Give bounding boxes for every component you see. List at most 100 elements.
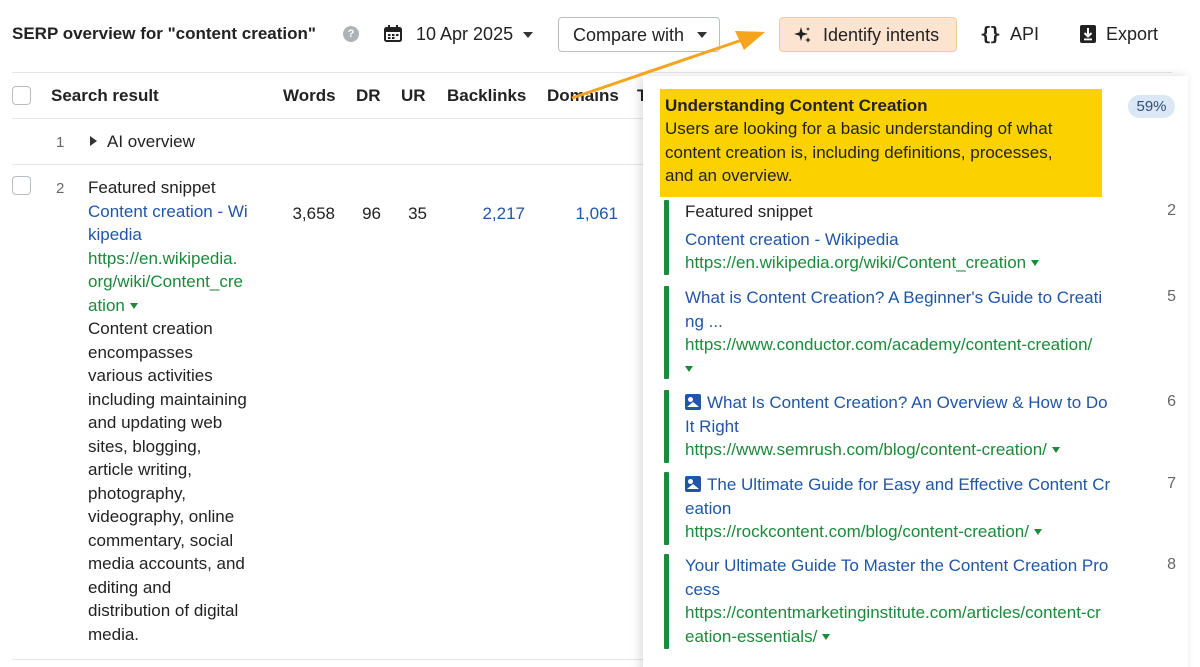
divider: [12, 659, 652, 660]
url-line: https://www.conductor.com/academy/conten…: [685, 335, 1093, 354]
page-title: SERP overview for "content creation": [12, 24, 316, 43]
url-line: https://en.wikipedia.org/wiki/Content_cr…: [685, 253, 1027, 272]
result-url[interactable]: https://www.conductor.com/academy/conten…: [685, 333, 1153, 380]
chevron-down-icon[interactable]: [1031, 260, 1040, 266]
result-title-link[interactable]: What is Content Creation? A Beginner's G…: [685, 286, 1153, 333]
search-result-cell: Featured snippet Content creation - Wi k…: [88, 176, 273, 646]
dr-value: 96: [362, 204, 381, 223]
snippet-line: encompasses: [88, 342, 193, 362]
export-button[interactable]: Export: [1106, 24, 1158, 45]
column-header-ur[interactable]: UR: [401, 86, 426, 106]
snippet-line: and updating web: [88, 413, 223, 432]
intent-bar: [664, 390, 669, 463]
snippet-line: commentary, social: [88, 530, 234, 550]
snippet-line: distribution of digital: [88, 601, 239, 620]
intent-result-item: The Ultimate Guide for Easy and Effectiv…: [685, 473, 1153, 544]
snippet-line: media accounts, and: [88, 554, 245, 573]
intent-summary: Understanding Content Creation Users are…: [660, 89, 1102, 197]
chevron-down-icon[interactable]: [523, 32, 533, 38]
result-rank: 2: [1167, 202, 1176, 219]
result-title-link[interactable]: Content creation - Wikipedia: [685, 228, 1153, 252]
url-line: org/wiki/Content_cre: [88, 272, 243, 291]
snippet-line: sites, blogging,: [88, 436, 202, 456]
ai-overview-toggle[interactable]: AI overview: [90, 130, 195, 154]
result-rank: 7: [1167, 475, 1176, 492]
result-title-link[interactable]: The Ultimate Guide for Easy and Effectiv…: [685, 473, 1153, 520]
result-type: Featured snippet: [88, 178, 216, 197]
intent-title: Understanding Content Creation: [665, 96, 928, 115]
snippet-line: Content creation: [88, 319, 213, 338]
select-all-checkbox[interactable]: [12, 86, 31, 105]
date-selector[interactable]: 10 Apr 2025: [416, 24, 513, 45]
title-line: ng ...: [685, 311, 723, 331]
domains-value[interactable]: 1,061: [560, 204, 618, 224]
api-icon[interactable]: {}: [980, 23, 1001, 45]
description-line: and an overview.: [665, 166, 793, 185]
snippet-line: including maintaining: [88, 389, 247, 409]
row-number: 2: [56, 180, 65, 197]
row-checkbox[interactable]: [12, 176, 31, 195]
column-header-dr[interactable]: DR: [356, 86, 381, 106]
ur-value: 35: [408, 204, 427, 223]
chevron-down-icon[interactable]: [1033, 529, 1042, 535]
chevron-down-icon[interactable]: [685, 365, 693, 372]
snippet-line: various activities: [88, 366, 213, 385]
divider: [12, 72, 1172, 73]
sparkle-icon: [794, 27, 811, 43]
url-line: https://www.semrush.com/blog/content-cre…: [685, 440, 1047, 459]
result-type: Featured snippet: [685, 202, 813, 221]
title-line: Your Ultimate Guide To Master the Conten…: [685, 556, 1109, 575]
chevron-down-icon[interactable]: [822, 633, 831, 640]
result-url[interactable]: https://rockcontent.com/blog/content-cre…: [685, 520, 1153, 544]
url-line: ation: [88, 295, 125, 315]
identify-intents-button[interactable]: Identify intents: [779, 17, 957, 52]
help-icon[interactable]: ?: [343, 26, 359, 42]
title-line: What is Content Creation? A Beginner's G…: [685, 288, 1103, 307]
snippet-line: editing and: [88, 577, 172, 597]
url-line: https://rockcontent.com/blog/content-cre…: [685, 522, 1029, 541]
export-icon[interactable]: [1080, 25, 1096, 43]
column-header-domains[interactable]: Domains: [547, 86, 619, 106]
result-rank: 8: [1167, 556, 1176, 573]
result-url[interactable]: https://en.wikipedia. org/wiki/Content_c…: [88, 247, 273, 318]
image-icon: [685, 476, 701, 492]
url-line: https://contentmarketinginstitute.com/ar…: [685, 603, 1101, 622]
result-title-link[interactable]: Your Ultimate Guide To Master the Conten…: [685, 554, 1153, 601]
identify-intents-label: Identify intents: [823, 25, 940, 45]
compare-with-label: Compare with: [573, 25, 685, 45]
intent-result-item: Featured snippet Content creation - Wiki…: [685, 200, 1153, 275]
snippet-line: photography,: [88, 483, 186, 503]
caret-right-icon: [90, 136, 97, 146]
intent-bar: [664, 286, 669, 379]
result-title-link[interactable]: Content creation - Wi kipedia: [88, 200, 273, 247]
snippet-line: videography, online: [88, 507, 235, 526]
column-header-backlinks[interactable]: Backlinks: [447, 86, 526, 106]
column-header-search-result[interactable]: Search result: [51, 86, 159, 106]
result-url[interactable]: https://en.wikipedia.org/wiki/Content_cr…: [685, 251, 1153, 275]
result-title-link[interactable]: What Is Content Creation? An Overview & …: [685, 391, 1153, 438]
chevron-down-icon: [697, 32, 707, 38]
chevron-down-icon[interactable]: [1051, 447, 1060, 453]
intent-bar: [664, 472, 669, 545]
title-line: eation: [685, 498, 732, 518]
result-snippet: Content creation encompasses various activ…: [88, 317, 273, 646]
divider: [12, 118, 652, 119]
result-url[interactable]: https://www.semrush.com/blog/content-cre…: [685, 438, 1153, 462]
row-number: 1: [56, 134, 65, 151]
api-button[interactable]: API: [1010, 24, 1039, 45]
url-line: eation-essentials/: [685, 626, 818, 646]
chevron-down-icon[interactable]: [129, 302, 138, 309]
snippet-line: article writing,: [88, 460, 192, 479]
url-line: https://en.wikipedia.: [88, 248, 238, 268]
backlinks-value[interactable]: 2,217: [465, 204, 525, 224]
intent-bar: [664, 554, 669, 649]
compare-with-button[interactable]: Compare with: [558, 17, 720, 52]
column-header-words[interactable]: Words: [283, 86, 336, 106]
words-value: 3,658: [292, 204, 335, 223]
snippet-line: media.: [88, 624, 140, 644]
result-url[interactable]: https://contentmarketinginstitute.com/ar…: [685, 601, 1153, 648]
intent-result-item: Your Ultimate Guide To Master the Conten…: [685, 554, 1153, 648]
description-line: content creation is, including definitio…: [665, 142, 1053, 162]
result-rank: 6: [1167, 393, 1176, 410]
title-line: It Right: [685, 416, 739, 436]
